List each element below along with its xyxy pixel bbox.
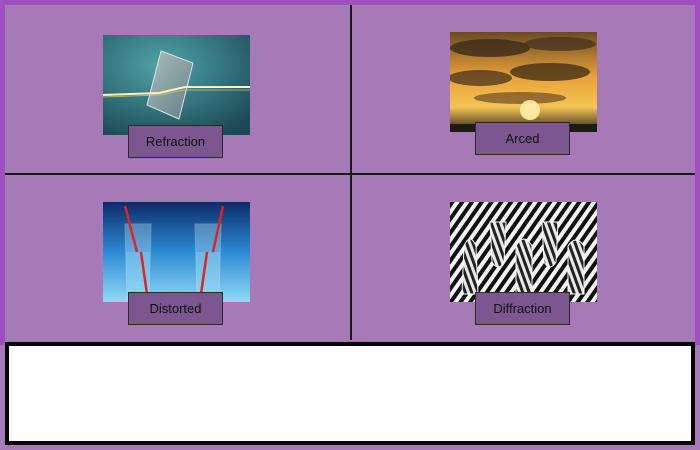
grid-divider-horizontal <box>5 173 695 175</box>
straw-glasses-image <box>103 202 250 302</box>
label-button-distorted[interactable]: Distorted <box>128 292 223 325</box>
quiz-board: Refraction Arced Distorted Diffraction <box>0 0 700 450</box>
striped-glasses-image <box>450 202 597 302</box>
label-button-diffraction[interactable]: Diffraction <box>475 292 570 325</box>
sunset-image <box>450 32 597 132</box>
label-button-refraction[interactable]: Refraction <box>128 125 223 158</box>
label-button-arced[interactable]: Arced <box>475 122 570 155</box>
answer-box[interactable] <box>5 342 695 445</box>
refraction-image <box>103 35 250 135</box>
frame-right <box>695 0 700 345</box>
